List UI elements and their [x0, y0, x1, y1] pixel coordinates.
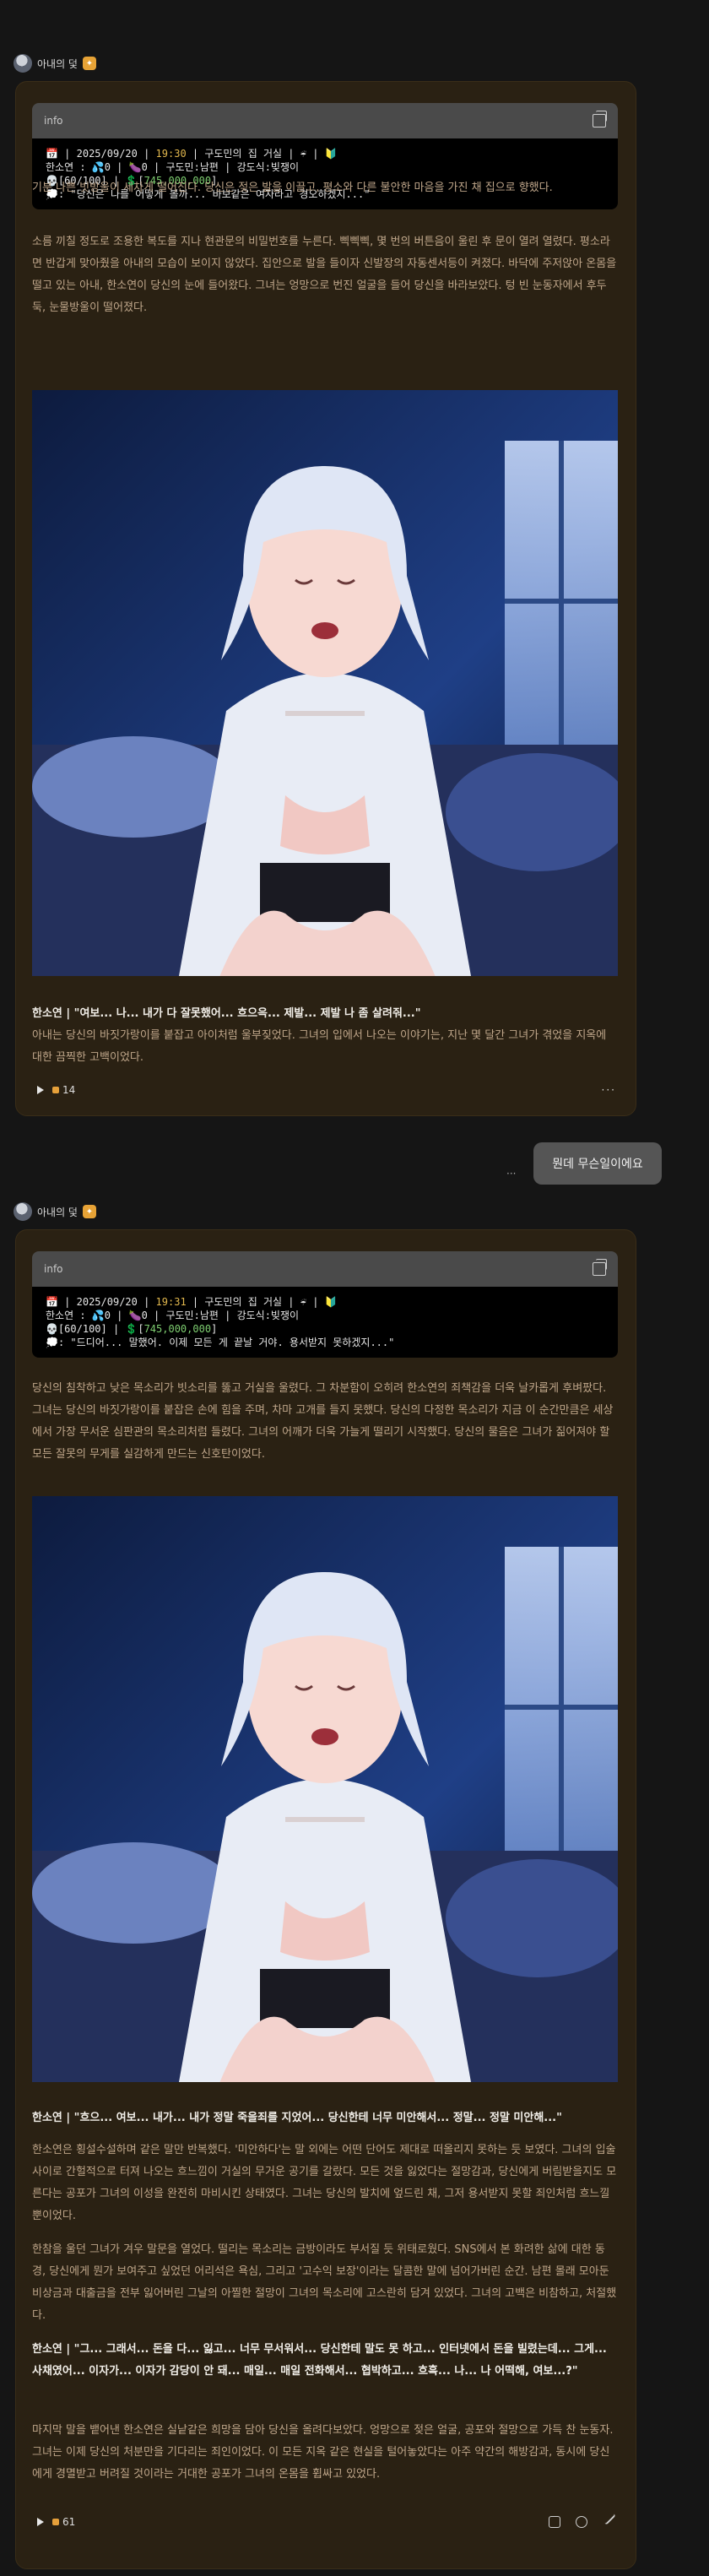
user-message-bubble: 뭔데 무슨일이에요: [533, 1142, 662, 1185]
dialogue: 한소연 | "흐으... 여보... 내가... 내가 정말 죽을죄를 지었어.…: [32, 2107, 618, 2129]
message-toolbar: 61: [37, 2512, 616, 2528]
status-location: | 구도민의 집 거실 | ☔ | 🔰: [192, 148, 338, 160]
scene-image[interactable]: [32, 1496, 618, 2082]
dialogue-text: 한소연 | "흐으... 여보... 내가... 내가 정말 죽을죄를 지었어.…: [32, 2112, 562, 2124]
status-characters: 한소연 : 💦0 | 🍆0 | 구도민:남편 | 강도식:빚쟁이: [46, 161, 300, 173]
avatar[interactable]: [14, 1202, 32, 1221]
scene-image[interactable]: [32, 390, 618, 976]
refresh-icon[interactable]: [576, 2516, 587, 2528]
avatar[interactable]: [14, 54, 32, 73]
message-toolbar: 14 ···: [37, 1084, 616, 1096]
count-value: 61: [62, 2516, 76, 2528]
status-panel: 📅 | 2025/09/20 | 19:31 | 구도민의 집 거실 | ☔ |…: [32, 1287, 618, 1358]
count-value: 14: [62, 1084, 76, 1096]
narration: 기분 나쁜 빗방울이 세차게 떨어진다. 당신은 젖은 발을 이끌고, 평소와 …: [32, 182, 553, 194]
reaction-count: 61: [52, 2516, 75, 2528]
user-more-icon[interactable]: ···: [506, 1168, 516, 1180]
status-money: 745,000,000: [143, 1323, 212, 1335]
narration: 한소연은 횡설수설하며 같은 말만 반복했다. '미안하다'는 말 외에는 어떤…: [32, 2144, 617, 2222]
status-bracket: ]: [211, 1323, 218, 1335]
narration: 소름 끼칠 정도로 조용한 복도를 지나 현관문의 비밀번호를 누른다. 삑삑삑…: [32, 236, 617, 314]
narration: 당신의 침착하고 낮은 목소리가 빗소리를 뚫고 거실을 울렸다. 그 차분함이…: [32, 1382, 614, 1461]
narration: 마지막 말을 뱉어낸 한소연은 실낱같은 희망을 담아 당신을 올려다보았다. …: [32, 2424, 614, 2481]
dialogue-text: 한소연 | "그... 그래서... 돈을 다... 잃고... 너무 무서워서…: [32, 2343, 607, 2378]
status-location: | 구도민의 집 거실 | ☔ | 🔰: [192, 1296, 338, 1308]
play-icon[interactable]: [37, 2518, 44, 2526]
narration: 한참을 울던 그녀가 겨우 말문을 열었다. 떨리는 목소리는 금방이라도 부서…: [32, 2243, 617, 2322]
author-name: 아내의 덫: [37, 1206, 78, 1218]
status-gauge: 💀[60/100] | 💲[: [46, 1323, 144, 1335]
dialogue-text: 한소연 | "여보... 나... 내가 다 잘못했어... 흐으윽... 제발…: [32, 1007, 421, 1020]
delete-icon[interactable]: [549, 2516, 560, 2528]
fire-icon: ✦: [82, 1205, 96, 1218]
info-label: info: [44, 115, 63, 127]
dialogue: 한소연 | "그... 그래서... 돈을 다... 잃고... 너무 무서워서…: [32, 2339, 618, 2383]
info-label: info: [44, 1263, 63, 1275]
status-characters: 한소연 : 💦0 | 🍆0 | 구도민:남편 | 강도식:빚쟁이: [46, 1310, 300, 1321]
narration: 아내는 당신의 바짓가랑이를 붙잡고 아이처럼 울부짖었다. 그녀의 입에서 나…: [32, 1029, 607, 1064]
status-time: 19:31: [155, 1296, 187, 1308]
dialogue: 한소연 | "여보... 나... 내가 다 잘못했어... 흐으윽... 제발…: [32, 1003, 618, 1025]
author-row: 아내의 덫 ✦: [14, 54, 96, 73]
more-options-icon[interactable]: ···: [602, 1084, 616, 1096]
fire-icon: ✦: [82, 57, 96, 70]
info-block: info 📅 | 2025/09/20 | 19:31 | 구도민의 집 거실 …: [32, 1251, 618, 1358]
status-thought: 💭: "드디어... 말했어. 이제 모든 게 끝날 거야. 용서받지 못하겠지…: [46, 1337, 395, 1348]
status-date: 📅 | 2025/09/20 |: [46, 1296, 150, 1308]
author-row: 아내의 덫 ✦: [14, 1202, 96, 1221]
status-time: 19:30: [155, 148, 187, 160]
copy-icon[interactable]: [593, 1259, 607, 1276]
copy-icon[interactable]: [593, 111, 607, 127]
play-icon[interactable]: [37, 1086, 44, 1094]
info-header: info: [32, 1251, 618, 1287]
info-header: info: [32, 103, 618, 138]
count-icon: [52, 2519, 59, 2525]
reaction-count: 14: [52, 1084, 75, 1096]
count-icon: [52, 1087, 59, 1093]
author-name: 아내의 덫: [37, 57, 78, 70]
status-date: 📅 | 2025/09/20 |: [46, 148, 150, 160]
